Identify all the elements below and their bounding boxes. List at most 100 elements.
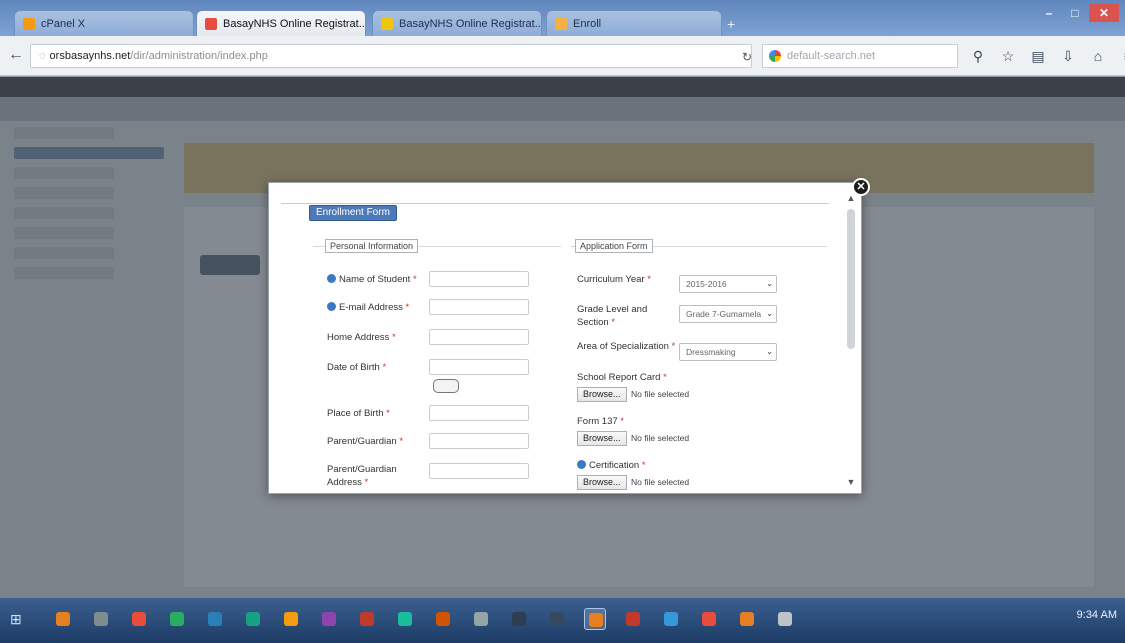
- enroll-favicon-icon: [555, 17, 567, 30]
- specialization-label: Area of Specialization *: [577, 341, 676, 352]
- taskbar-app-icon[interactable]: [660, 608, 682, 630]
- app-glyph-icon: [94, 612, 108, 626]
- site-identity-icon[interactable]: ◌: [39, 50, 46, 62]
- app-glyph-icon: [474, 612, 488, 626]
- taskbar-app-icon[interactable]: [508, 608, 530, 630]
- tab-basaynhs[interactable]: BasayNHS Online Registrat...: [372, 10, 542, 36]
- form-137-file-status: No file selected: [631, 433, 690, 443]
- app-glyph-icon: [170, 612, 184, 626]
- place-of-birth-input[interactable]: [429, 405, 529, 421]
- parent-guardian-address-input[interactable]: [429, 463, 529, 479]
- download-icon[interactable]: ⇩: [1058, 46, 1078, 66]
- taskbar-app-icon[interactable]: [280, 608, 302, 630]
- grade-level-label: Grade Level and Section *: [577, 304, 648, 328]
- date-of-birth-input[interactable]: [429, 359, 529, 375]
- parent-guardian-address-label: Parent/Guardian Address *: [327, 464, 397, 488]
- url-bar[interactable]: ◌ orsbasaynhs.net /dir/administration/in…: [30, 44, 752, 68]
- start-button-icon[interactable]: ⊞: [10, 611, 28, 629]
- bookmark-star-icon[interactable]: ☆: [998, 46, 1018, 66]
- email-label: E-mail Address *: [327, 301, 409, 314]
- taskbar-app-icon[interactable]: [166, 608, 188, 630]
- toolbar-icons: ⚲ ☆ ▤ ⇩ ⌂ ≡: [968, 46, 1125, 66]
- report-card-browse-button[interactable]: Browse...: [577, 387, 627, 402]
- certification-browse-button[interactable]: Browse...: [577, 475, 627, 490]
- back-arrow-icon[interactable]: ←: [8, 46, 26, 64]
- joomla-favicon-icon: [205, 17, 217, 30]
- specialization-select[interactable]: Dressmaking ⌄: [679, 343, 777, 361]
- browser-tab-bar: cPanel X BasayNHS Online Registrat... x …: [0, 0, 1125, 36]
- certification-label: Certification *: [577, 459, 646, 472]
- curriculum-year-value: 2015-2016: [686, 279, 727, 289]
- email-input[interactable]: [429, 299, 529, 315]
- app-glyph-icon: [436, 612, 450, 626]
- url-host: orsbasaynhs.net: [49, 50, 131, 62]
- taskbar-app-icon[interactable]: [128, 608, 150, 630]
- maximize-icon[interactable]: □: [1063, 4, 1087, 22]
- app-glyph-icon: [550, 612, 564, 626]
- reload-icon[interactable]: ↻: [742, 50, 752, 64]
- app-glyph-icon: [398, 612, 412, 626]
- home-icon[interactable]: ⌂: [1088, 46, 1108, 66]
- app-glyph-icon: [360, 612, 374, 626]
- taskbar-app-icon[interactable]: [204, 608, 226, 630]
- tab-basaynhs-active[interactable]: BasayNHS Online Registrat... x: [196, 10, 366, 36]
- taskbar-app-icon[interactable]: [356, 608, 378, 630]
- parent-guardian-input[interactable]: [429, 433, 529, 449]
- app-glyph-icon: [626, 612, 640, 626]
- scrollbar-thumb[interactable]: [847, 209, 855, 349]
- app-glyph-icon: [284, 612, 298, 626]
- curriculum-year-select[interactable]: 2015-2016 ⌄: [679, 275, 777, 293]
- personal-info-legend: Personal Information: [325, 239, 419, 253]
- taskbar-app-icon[interactable]: [584, 608, 606, 630]
- app-glyph-icon: [740, 612, 754, 626]
- taskbar-app-icon[interactable]: [698, 608, 720, 630]
- parent-guardian-label: Parent/Guardian *: [327, 436, 404, 447]
- taskbar-app-icon[interactable]: [622, 608, 644, 630]
- tab-cpanel[interactable]: cPanel X: [14, 10, 194, 36]
- taskbar-app-icon[interactable]: [318, 608, 340, 630]
- minimize-icon[interactable]: –: [1037, 4, 1061, 22]
- taskbar-app-icon[interactable]: [432, 608, 454, 630]
- certification-file-status: No file selected: [631, 477, 690, 487]
- browser-nav-bar: ← ◌ orsbasaynhs.net /dir/administration/…: [0, 36, 1125, 76]
- app-glyph-icon: [778, 612, 792, 626]
- taskbar-clock: 9:34 AM: [1076, 609, 1117, 621]
- app-glyph-icon: [322, 612, 336, 626]
- scroll-up-icon[interactable]: ▲: [845, 193, 857, 205]
- taskbar-app-icon[interactable]: [546, 608, 568, 630]
- modal-close-button[interactable]: ✕: [852, 178, 870, 196]
- tab-label: cPanel X: [41, 17, 86, 30]
- grade-level-value: Grade 7-Gumamela: [686, 309, 762, 319]
- taskbar-app-icon[interactable]: [736, 608, 758, 630]
- app-glyph-icon: [512, 612, 526, 626]
- search-bar[interactable]: default-search.net: [762, 44, 958, 68]
- scroll-down-icon[interactable]: ▼: [845, 477, 857, 489]
- modal-scrollbar[interactable]: ▲ ▼: [845, 193, 857, 489]
- name-of-student-input[interactable]: [429, 271, 529, 287]
- info-icon: [327, 302, 336, 311]
- grade-level-select[interactable]: Grade 7-Gumamela ⌄: [679, 305, 777, 323]
- menu-icon[interactable]: ≡: [1118, 46, 1125, 66]
- tab-enroll[interactable]: Enroll: [546, 10, 722, 36]
- taskbar-app-icon[interactable]: [90, 608, 112, 630]
- place-of-birth-label: Place of Birth *: [327, 408, 390, 419]
- taskbar-app-icon[interactable]: [242, 608, 264, 630]
- windows-taskbar: ⊞ 9:34 AM: [0, 598, 1125, 643]
- search-engine-icon[interactable]: [769, 50, 781, 62]
- search-placeholder: default-search.net: [787, 50, 876, 62]
- search-icon[interactable]: ⚲: [968, 46, 988, 66]
- taskbar-app-icon[interactable]: [774, 608, 796, 630]
- new-tab-icon[interactable]: +: [727, 17, 741, 31]
- taskbar-app-icon[interactable]: [394, 608, 416, 630]
- form-137-browse-button[interactable]: Browse...: [577, 431, 627, 446]
- app-glyph-icon: [589, 613, 603, 627]
- taskbar-app-icon[interactable]: [52, 608, 74, 630]
- calendar-toggle-icon[interactable]: [433, 379, 459, 393]
- chevron-down-icon: ⌄: [766, 309, 773, 318]
- close-window-icon[interactable]: ✕: [1089, 4, 1119, 22]
- app-glyph-icon: [208, 612, 222, 626]
- home-address-input[interactable]: [429, 329, 529, 345]
- taskbar-app-icon[interactable]: [470, 608, 492, 630]
- reading-list-icon[interactable]: ▤: [1028, 46, 1048, 66]
- report-card-file-status: No file selected: [631, 389, 690, 399]
